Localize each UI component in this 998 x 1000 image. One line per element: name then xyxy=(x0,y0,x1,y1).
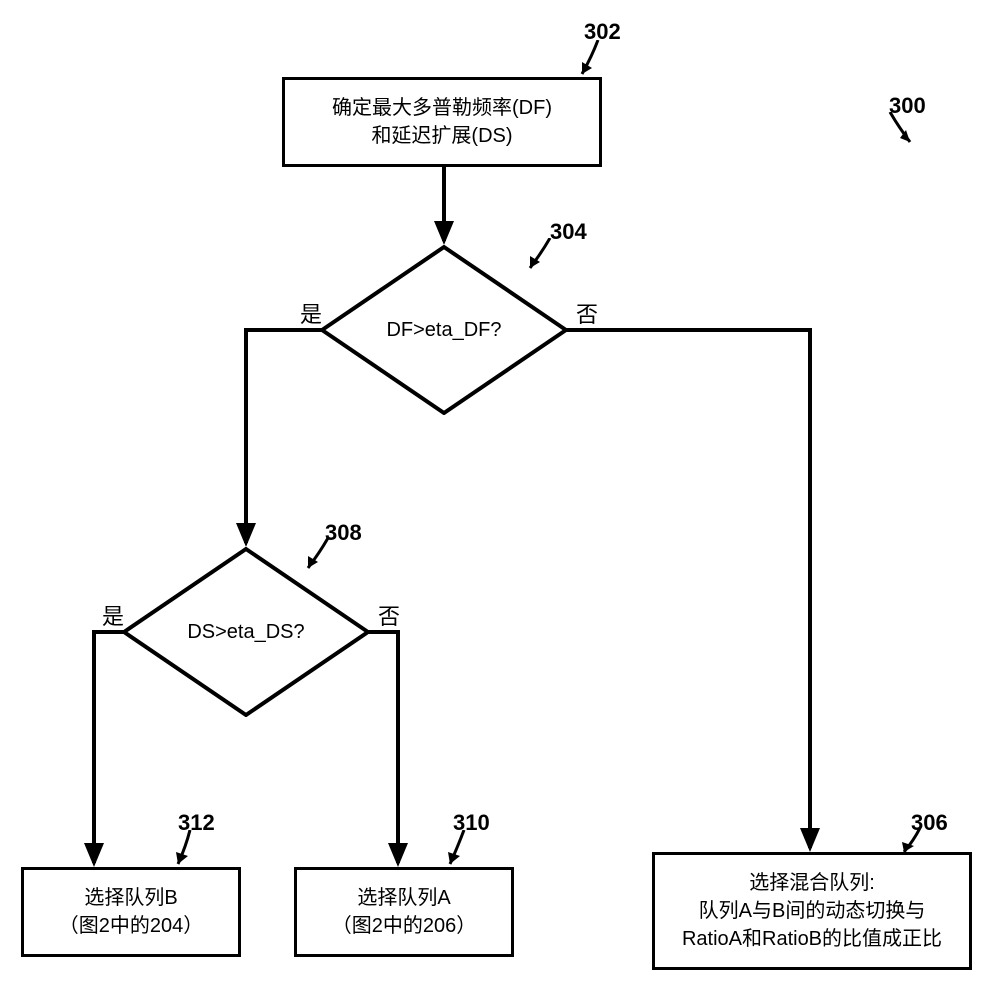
node-310-label: 310 xyxy=(453,810,490,836)
node-304-no-label: 否 xyxy=(576,297,598,329)
node-308-yes-label: 是 xyxy=(102,599,124,631)
node-308-label: 308 xyxy=(325,520,362,546)
figure-label-300: 300 xyxy=(889,93,926,119)
node-310-line2: （图2中的206） xyxy=(332,912,477,940)
node-308-no-label: 否 xyxy=(378,599,400,631)
node-312-label: 312 xyxy=(178,810,215,836)
node-310-box: 选择队列A （图2中的206） xyxy=(294,867,514,957)
node-304-diamond: DF>eta_DF? xyxy=(320,245,568,415)
node-306-line2: 队列A与B间的动态切换与 xyxy=(699,897,926,925)
node-304-text: DF>eta_DF? xyxy=(320,245,568,415)
node-306-line1: 选择混合队列: xyxy=(749,869,875,897)
node-312-box: 选择队列B （图2中的204） xyxy=(21,867,241,957)
node-302-callout xyxy=(572,40,606,78)
node-306-label: 306 xyxy=(911,810,948,836)
node-306-line3: RatioA和RatioB的比值成正比 xyxy=(682,925,942,953)
node-308-diamond: DS>eta_DS? xyxy=(122,547,370,717)
node-312-line1: 选择队列B xyxy=(84,884,177,912)
node-302-line1: 确定最大多普勒频率(DF) xyxy=(332,94,552,122)
node-302-label: 302 xyxy=(584,19,621,45)
node-302-line2: 和延迟扩展(DS) xyxy=(371,122,512,150)
node-302-box: 确定最大多普勒频率(DF) 和延迟扩展(DS) xyxy=(282,77,602,167)
node-308-text: DS>eta_DS? xyxy=(122,547,370,717)
node-312-line2: （图2中的204） xyxy=(59,912,204,940)
node-310-line1: 选择队列A xyxy=(357,884,450,912)
node-304-yes-label: 是 xyxy=(300,297,322,329)
node-306-box: 选择混合队列: 队列A与B间的动态切换与 RatioA和RatioB的比值成正比 xyxy=(652,852,972,970)
node-304-label: 304 xyxy=(550,219,587,245)
